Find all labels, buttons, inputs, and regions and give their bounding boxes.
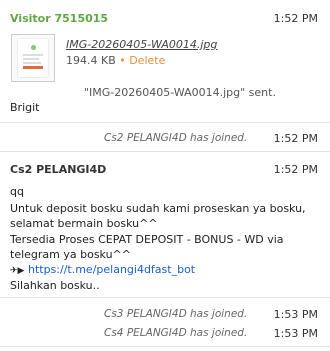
divider (0, 297, 330, 298)
delete-file-link[interactable]: Delete (129, 54, 165, 67)
message-line: selamat bermain bosku^^ (10, 217, 158, 230)
system-join-notice: Cs4 PELANGI4D has joined. (104, 327, 248, 339)
message-line: telegram ya bosku^^ (10, 248, 131, 261)
message-line: qq (10, 185, 24, 198)
image-preview (18, 39, 48, 77)
file-meta: 194.4 KB • Delete (66, 54, 165, 67)
message-line: Silahkan bosku.. (10, 279, 100, 292)
telegram-link-line: ✈▶ https://t.me/pelangi4dfast_bot (10, 262, 195, 279)
message-time: 1:52 PM (273, 163, 318, 176)
agent-name: Cs2 PELANGI4D (10, 163, 107, 176)
message-time: 1:52 PM (273, 12, 318, 25)
bullet-separator: • (119, 54, 126, 67)
divider (0, 151, 330, 152)
system-join-notice: Cs2 PELANGI4D has joined. (104, 132, 248, 144)
file-name-link[interactable]: IMG-20260405-WA0014.jpg (66, 38, 217, 51)
visitor-name: Visitor 7515015 (10, 12, 109, 25)
system-join-notice: Cs3 PELANGI4D has joined. (104, 308, 248, 320)
telegram-icon: ✈▶ (10, 266, 25, 276)
divider (0, 122, 330, 123)
system-time: 1:52 PM (273, 132, 318, 145)
telegram-link[interactable]: https://t.me/pelangi4dfast_bot (28, 263, 195, 276)
system-time: 1:53 PM (273, 308, 318, 321)
file-sent-notice: "IMG-20260405-WA0014.jpg" sent. (84, 86, 276, 99)
system-time: 1:53 PM (273, 327, 318, 340)
message-line: Untuk deposit bosku sudah kami proseskan… (10, 202, 306, 215)
file-size: 194.4 KB (66, 54, 116, 67)
divider (0, 346, 330, 347)
image-thumbnail[interactable] (11, 34, 55, 82)
visitor-text: Brigit (10, 101, 40, 114)
message-line: Tersedia Proses CEPAT DEPOSIT - BONUS - … (10, 233, 284, 246)
